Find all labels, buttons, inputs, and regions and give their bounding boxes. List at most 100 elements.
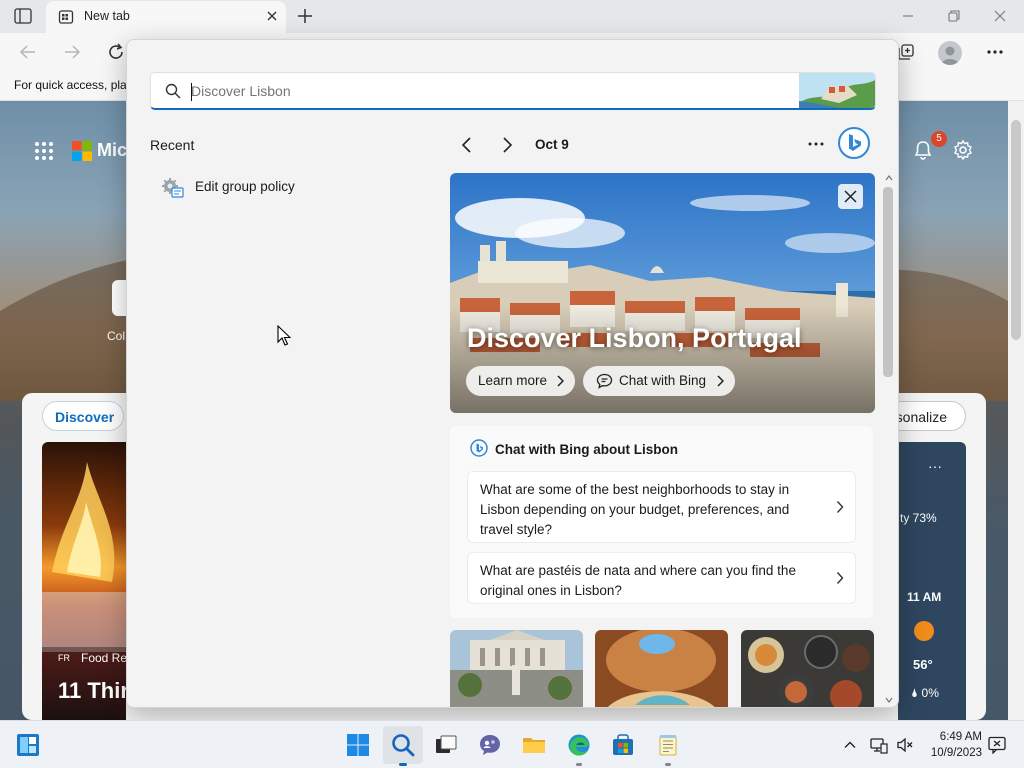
volume-muted-icon[interactable] — [896, 736, 914, 754]
show-hidden-icons-chevron-icon[interactable] — [843, 738, 857, 752]
new-tab-page-icon — [58, 10, 74, 24]
tab-actions-icon[interactable] — [14, 8, 32, 24]
close-tab-icon[interactable] — [264, 8, 280, 24]
suggested-question-text: What are some of the best neighborhoods … — [480, 482, 790, 537]
bing-chat-icon — [470, 439, 488, 457]
refresh-icon[interactable] — [106, 42, 126, 62]
forward-arrow-icon[interactable] — [62, 42, 82, 62]
chevron-right-icon — [557, 375, 564, 387]
suggested-question[interactable]: What are pastéis de nata and where can y… — [467, 552, 856, 604]
task-view-icon[interactable] — [434, 733, 458, 757]
tab-title: New tab — [84, 9, 130, 23]
lisbon-square-thumbnail[interactable] — [450, 630, 583, 707]
restore-icon[interactable] — [946, 8, 962, 24]
bing-chat-button[interactable] — [838, 127, 870, 159]
suggested-question[interactable]: What are some of the best neighborhoods … — [467, 471, 856, 543]
weather-temperature: 56° — [913, 657, 933, 672]
chat-card-title: Chat with Bing about Lisbon — [495, 442, 678, 457]
page-scrollbar-thumb[interactable] — [1011, 120, 1021, 340]
profile-avatar[interactable] — [938, 41, 962, 65]
bing-logo-icon — [849, 134, 861, 151]
settings-more-icon[interactable] — [984, 42, 1006, 62]
search-icon — [165, 83, 181, 99]
window-close-icon[interactable] — [992, 8, 1008, 24]
collections-icon[interactable] — [896, 42, 916, 62]
tab-discover[interactable]: Discover — [42, 401, 124, 431]
clock-date: 10/9/2023 — [930, 747, 982, 759]
weather-humidity: ty 73% — [900, 511, 937, 525]
app-launcher-icon[interactable] — [34, 141, 54, 161]
minimize-icon[interactable] — [900, 8, 916, 24]
edge-running-indicator — [576, 763, 582, 766]
feed-card-title[interactable]: 11 Thir — [58, 678, 129, 704]
search-box[interactable] — [150, 72, 876, 110]
quick-link-tile[interactable] — [112, 280, 126, 316]
flyout-scrollbar-thumb[interactable] — [883, 187, 893, 377]
feed-source-name: Food Re — [81, 651, 128, 665]
scroll-up-icon[interactable] — [885, 174, 893, 182]
highlight-date: Oct 9 — [535, 137, 569, 152]
learn-more-button[interactable]: Learn more — [466, 366, 575, 396]
tab-strip: New tab — [0, 0, 1024, 33]
chat-with-bing-button[interactable]: Chat with Bing — [583, 366, 735, 396]
search-active-indicator — [399, 763, 407, 766]
quick-link-label: Col — [107, 329, 126, 343]
group-policy-icon — [162, 178, 184, 198]
microsoft-store-icon[interactable] — [611, 733, 635, 757]
windows-search-flyout: Recent Edit group policy Oct 9 — [126, 39, 899, 708]
weather-card[interactable] — [898, 442, 966, 720]
microsoft-brand-text: Mic — [97, 140, 128, 160]
chat-bubble-icon — [596, 373, 613, 389]
notepad-icon[interactable] — [656, 733, 680, 757]
edge-browser-icon[interactable] — [567, 733, 591, 757]
clock-time: 6:49 AM — [939, 731, 982, 743]
weather-hour: 11 AM — [907, 590, 942, 604]
taskbar: 6:49 AM 10/9/2023 — [0, 720, 1024, 768]
sun-icon — [914, 621, 934, 641]
weather-more-icon[interactable]: ··· — [928, 458, 942, 474]
chevron-right-icon — [836, 501, 844, 513]
notepad-running-indicator — [665, 763, 671, 766]
recent-heading: Recent — [150, 137, 195, 153]
start-windows-icon[interactable] — [346, 733, 370, 757]
notification-count-badge: 5 — [931, 131, 947, 147]
scroll-down-icon[interactable] — [885, 696, 893, 704]
next-day-chevron-icon[interactable] — [500, 135, 514, 155]
teams-chat-icon[interactable] — [478, 733, 502, 757]
suggested-question-text: What are pastéis de nata and where can y… — [480, 563, 796, 598]
file-explorer-icon[interactable] — [522, 733, 546, 757]
taskbar-search-icon[interactable] — [391, 733, 415, 757]
food-dishes-thumbnail[interactable] — [741, 630, 874, 707]
widgets-icon[interactable] — [16, 733, 40, 757]
chevron-right-icon — [836, 572, 844, 584]
text-caret — [191, 83, 192, 101]
more-options-icon[interactable] — [807, 136, 825, 152]
chat-with-bing-label: Chat with Bing — [619, 373, 707, 388]
new-tab-plus-icon[interactable] — [295, 6, 315, 26]
back-arrow-icon[interactable] — [18, 42, 38, 62]
recent-item-edit-group-policy[interactable]: Edit group policy — [160, 175, 420, 199]
search-highlight-illustration — [799, 73, 875, 108]
favorites-bar-hint: For quick access, pla — [14, 78, 127, 92]
hero-title: Discover Lisbon, Portugal — [467, 323, 802, 353]
chevron-right-icon — [717, 375, 724, 387]
learn-more-label: Learn more — [478, 373, 548, 388]
microsoft-logo-icon — [72, 141, 92, 161]
previous-day-chevron-icon[interactable] — [460, 135, 474, 155]
feed-source-badge: FR — [58, 653, 70, 663]
taskbar-clock[interactable]: 6:49 AM 10/9/2023 — [920, 729, 982, 761]
notifications-bell-icon[interactable] — [912, 139, 934, 161]
chat-with-bing-card: Chat with Bing about Lisbon What are som… — [450, 426, 873, 618]
weather-precipitation: 🌢 0% — [911, 686, 939, 700]
search-input[interactable] — [191, 79, 751, 103]
close-icon — [844, 190, 857, 203]
tab-new-tab[interactable]: New tab — [46, 1, 286, 33]
sea-cave-thumbnail[interactable] — [595, 630, 728, 707]
recent-item-label: Edit group policy — [195, 179, 295, 194]
notification-center-icon[interactable] — [988, 736, 1006, 754]
dismiss-hero-button[interactable] — [838, 184, 863, 209]
hero-card-lisbon[interactable]: Discover Lisbon, Portugal Learn more Cha… — [450, 173, 875, 413]
mouse-pointer-icon — [277, 325, 291, 346]
page-settings-gear-icon[interactable] — [952, 139, 974, 161]
network-icon[interactable] — [870, 736, 888, 754]
